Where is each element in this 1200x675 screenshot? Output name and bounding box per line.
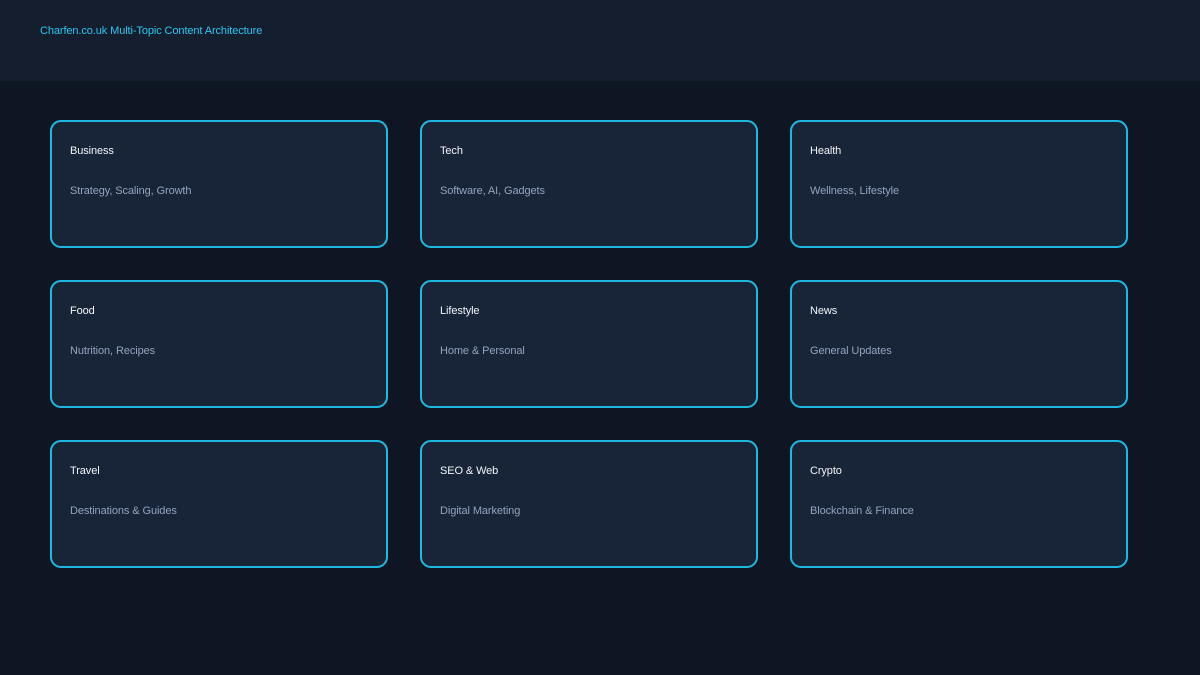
topic-card-news[interactable]: News General Updates <box>790 280 1128 408</box>
topic-card-title: Business <box>70 145 114 157</box>
topic-card-title: Health <box>810 145 842 157</box>
topic-card-lifestyle[interactable]: Lifestyle Home & Personal <box>420 280 758 408</box>
topic-card-tech[interactable]: Tech Software, AI, Gadgets <box>420 120 758 248</box>
topic-card-title: Tech <box>440 145 463 157</box>
topic-card-title: SEO & Web <box>440 465 499 477</box>
topic-card-health[interactable]: Health Wellness, Lifestyle <box>790 120 1128 248</box>
topic-card-subtitle: Home & Personal <box>440 345 525 357</box>
topic-card-subtitle: Destinations & Guides <box>70 505 177 517</box>
topic-card-food[interactable]: Food Nutrition, Recipes <box>50 280 388 408</box>
topic-card-subtitle: Wellness, Lifestyle <box>810 185 899 197</box>
topic-card-title: Food <box>70 305 95 317</box>
topic-card-title: Travel <box>70 465 100 477</box>
topic-card-business[interactable]: Business Strategy, Scaling, Growth <box>50 120 388 248</box>
topic-card-crypto[interactable]: Crypto Blockchain & Finance <box>790 440 1128 568</box>
page-title: Charfen.co.uk Multi-Topic Content Archit… <box>40 25 263 37</box>
topic-card-subtitle: General Updates <box>810 345 892 357</box>
topic-card-title: News <box>810 305 838 317</box>
topic-card-seo-web[interactable]: SEO & Web Digital Marketing <box>420 440 758 568</box>
topic-card-subtitle: Nutrition, Recipes <box>70 345 156 357</box>
topic-card-subtitle: Strategy, Scaling, Growth <box>70 185 192 197</box>
topic-card-title: Crypto <box>810 465 842 477</box>
topic-card-subtitle: Software, AI, Gadgets <box>440 185 545 197</box>
topic-card-subtitle: Digital Marketing <box>440 505 521 517</box>
topic-card-title: Lifestyle <box>440 305 480 317</box>
header-bar: Charfen.co.uk Multi-Topic Content Archit… <box>0 0 1200 81</box>
topic-card-travel[interactable]: Travel Destinations & Guides <box>50 440 388 568</box>
topic-card-subtitle: Blockchain & Finance <box>810 505 914 517</box>
